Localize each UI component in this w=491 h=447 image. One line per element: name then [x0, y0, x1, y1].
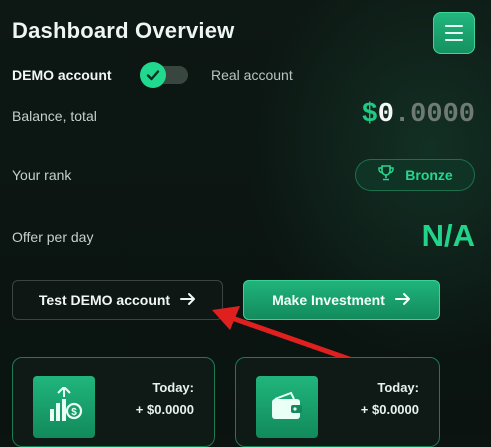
trophy-icon — [377, 164, 395, 187]
balance-integer: 0 — [377, 100, 394, 130]
wallet-icon — [256, 376, 318, 438]
make-investment-button[interactable]: Make Investment — [243, 280, 440, 320]
investment-card[interactable]: $ Today: + $0.0000 — [12, 357, 215, 447]
balance-fraction: .0000 — [393, 100, 475, 130]
rank-value: Bronze — [405, 167, 453, 183]
test-demo-label: Test DEMO account — [38, 292, 171, 308]
menu-button[interactable] — [433, 12, 475, 54]
account-toggle[interactable] — [140, 62, 188, 88]
offer-value: N/A — [421, 218, 475, 253]
offer-label: Offer per day — [12, 229, 94, 245]
real-account-label[interactable]: Real account — [211, 67, 293, 83]
card-amount: + $0.0000 — [135, 402, 194, 417]
wallet-card[interactable]: Today: + $0.0000 — [235, 357, 440, 447]
growth-coin-icon: $ — [33, 376, 95, 438]
hamburger-icon — [445, 25, 463, 27]
card-today-label: Today: — [152, 380, 194, 395]
balance-value: $0.0000 — [362, 100, 475, 130]
card-today-label: Today: — [377, 380, 419, 395]
arrow-right-icon — [180, 292, 196, 309]
demo-account-label[interactable]: DEMO account — [12, 67, 112, 83]
rank-badge: Bronze — [355, 159, 475, 191]
balance-label: Balance, total — [12, 108, 97, 124]
page-title: Dashboard Overview — [12, 18, 235, 43]
check-icon — [140, 62, 166, 88]
arrow-right-icon — [394, 292, 411, 309]
test-demo-account-button[interactable]: Test DEMO account — [12, 280, 223, 320]
svg-text:$: $ — [71, 407, 77, 418]
rank-label: Your rank — [12, 167, 72, 183]
balance-currency: $ — [361, 100, 378, 130]
make-investment-label: Make Investment — [272, 292, 385, 308]
card-amount: + $0.0000 — [360, 402, 419, 417]
